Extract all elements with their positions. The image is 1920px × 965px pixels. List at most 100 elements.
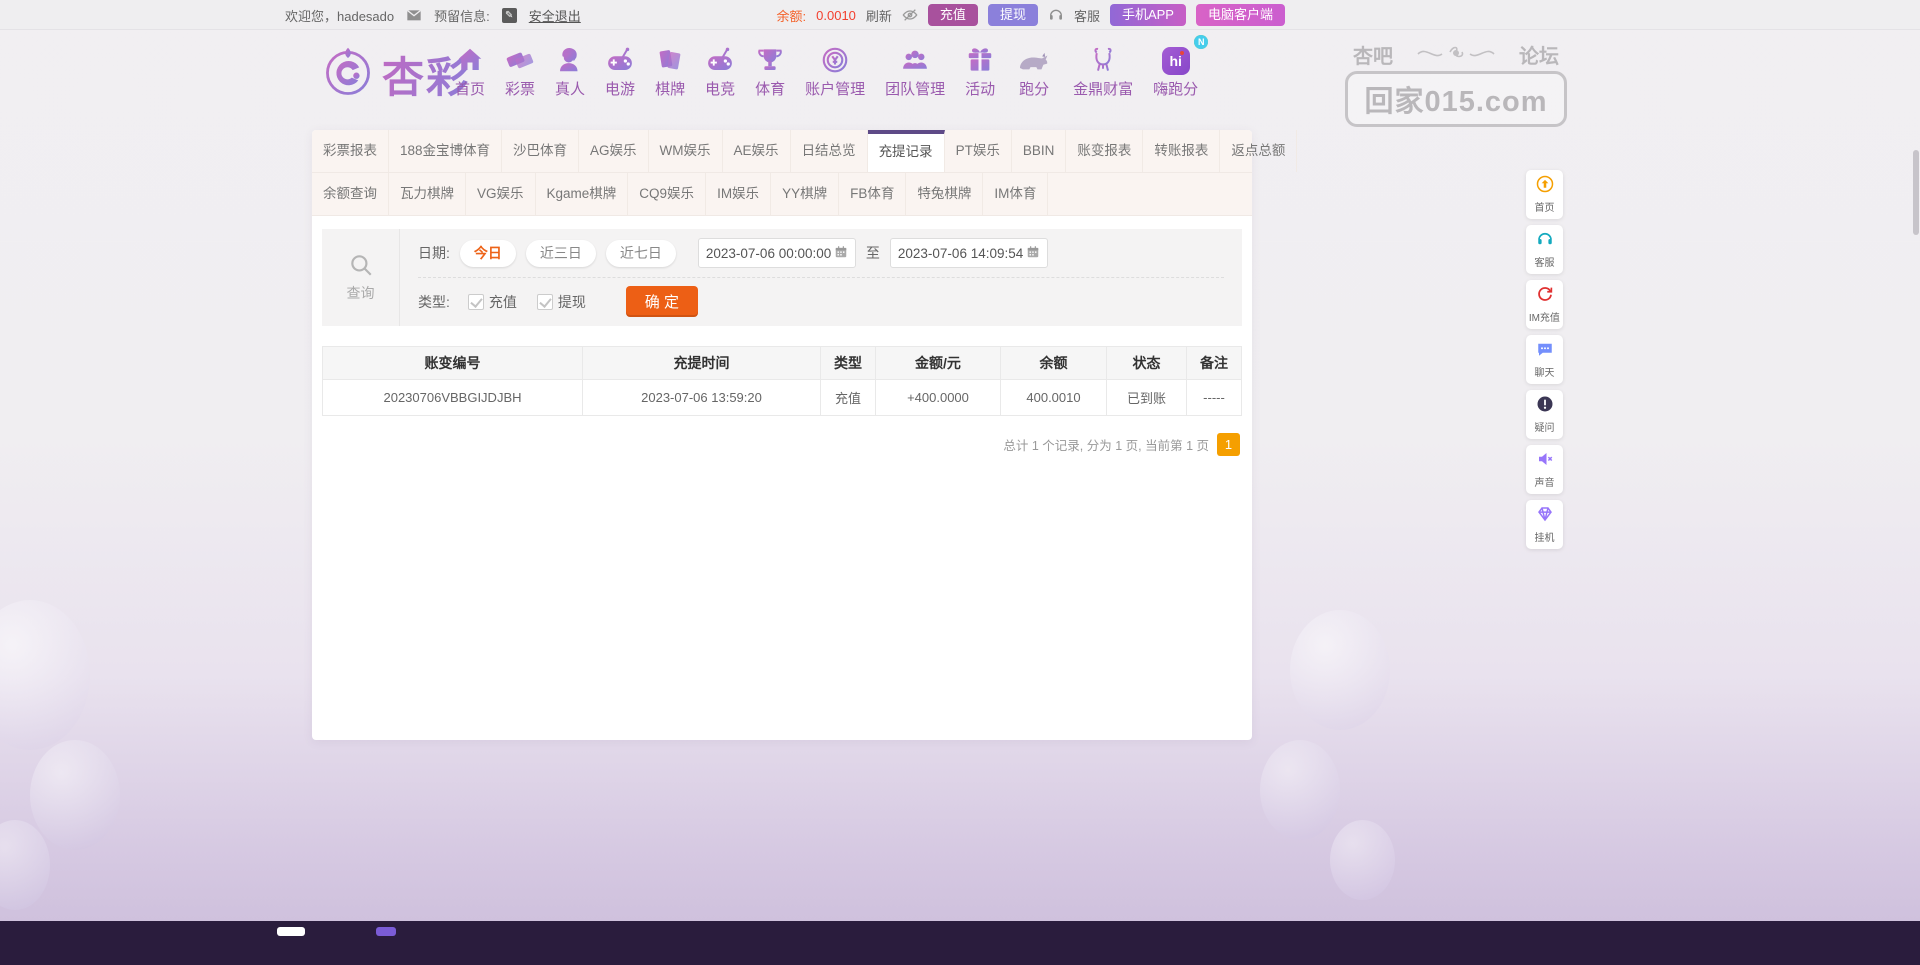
mobile-app-button[interactable]: 手机APP (1110, 4, 1186, 26)
nav-home[interactable]: 首页 (455, 41, 485, 99)
tab-lottery-report[interactable]: 彩票报表 (312, 130, 389, 172)
pc-client-button[interactable]: 电脑客户端 (1196, 4, 1285, 26)
sidebar-item-service[interactable]: 客服 (1526, 225, 1563, 274)
tab-vg[interactable]: VG娱乐 (466, 173, 536, 215)
tab-ag[interactable]: AG娱乐 (579, 130, 649, 172)
tab-pt[interactable]: PT娱乐 (945, 130, 1012, 172)
scrollbar-thumb[interactable] (1913, 150, 1919, 235)
nav-sports[interactable]: N 体育 (755, 41, 785, 99)
sidebar-item-sound[interactable]: 声音 (1526, 445, 1563, 494)
tab-ae[interactable]: AE娱乐 (723, 130, 791, 172)
sidebar-item-idle[interactable]: 挂机 (1526, 500, 1563, 549)
magnifier-icon (348, 252, 374, 281)
tab-account-change-report[interactable]: 账变报表 (1066, 130, 1143, 172)
col-header-record-id: 账变编号 (323, 347, 583, 380)
footer-partial-purple (376, 927, 396, 936)
cell-status: 已到账 (1107, 380, 1187, 416)
exclamation-icon (1536, 395, 1554, 418)
tab-188-sport[interactable]: 188金宝博体育 (389, 130, 502, 172)
nav-promotions[interactable]: 活动 (965, 41, 995, 99)
trophy-icon (755, 41, 785, 75)
tab-row-2: 余额查询 瓦力棋牌 VG娱乐 Kgame棋牌 CQ9娱乐 IM娱乐 YY棋牌 F… (312, 173, 1252, 216)
back-to-top-icon (1536, 175, 1554, 198)
team-icon (900, 41, 930, 75)
nav-account-management[interactable]: 账户管理 (805, 41, 865, 99)
to-label: 至 (866, 243, 880, 263)
nav-team-management[interactable]: 团队管理 (885, 41, 945, 99)
sidebar-item-question[interactable]: 疑问 (1526, 390, 1563, 439)
main-nav: 首页 彩票 N 真人 H 电游 棋牌 (455, 41, 1198, 99)
flourish-icon (1416, 42, 1496, 68)
balance-label: 余额: (777, 6, 807, 25)
nav-esports[interactable]: 电竞 (705, 41, 735, 99)
watermark-left: 杏吧 (1353, 40, 1393, 69)
im-recharge-icon (1536, 285, 1554, 308)
tab-daily-summary[interactable]: 日结总览 (791, 130, 868, 172)
table-header-row: 账变编号 充提时间 类型 金额/元 余额 状态 备注 (323, 347, 1241, 380)
tab-yy-chess[interactable]: YY棋牌 (771, 173, 839, 215)
tab-recharge-records[interactable]: 充提记录 (868, 130, 945, 172)
sidebar-item-home[interactable]: 首页 (1526, 170, 1563, 219)
nav-live[interactable]: N 真人 (555, 41, 585, 99)
sidebar-item-chat[interactable]: 聊天 (1526, 335, 1563, 384)
cell-record-id: 20230706VBBGIJDJBH (323, 380, 583, 416)
tab-tetu-chess[interactable]: 特兔棋牌 (906, 173, 983, 215)
page-1-button[interactable]: 1 (1217, 433, 1240, 456)
range-3days[interactable]: 近三日 (526, 240, 596, 267)
watermark-right: 论坛 (1519, 40, 1559, 69)
sidebar-item-im-recharge[interactable]: IM充值 (1526, 280, 1563, 329)
range-7days[interactable]: 近七日 (606, 240, 676, 267)
tab-kgame[interactable]: Kgame棋牌 (536, 173, 629, 215)
date-label: 日期: (418, 243, 450, 263)
nav-hi-paofen[interactable]: hi 嗨跑分 (1153, 41, 1198, 99)
headset-icon (1048, 7, 1064, 23)
nav-chess[interactable]: 棋牌 (655, 41, 685, 99)
tab-shaba-sport[interactable]: 沙巴体育 (502, 130, 579, 172)
pencil-icon[interactable]: ✎ (502, 8, 517, 23)
tab-transfer-report[interactable]: 转账报表 (1143, 130, 1220, 172)
tab-im[interactable]: IM娱乐 (706, 173, 771, 215)
main-card: 彩票报表 188金宝博体育 沙巴体育 AG娱乐 WM娱乐 AE娱乐 日结总览 充… (312, 130, 1252, 740)
tab-balance-query[interactable]: 余额查询 (312, 173, 389, 215)
col-header-balance: 余额 (1001, 347, 1107, 380)
nav-egames[interactable]: H 电游 (605, 41, 635, 99)
withdraw-button[interactable]: 提现 (988, 4, 1038, 26)
submit-button[interactable]: 确 定 (626, 286, 698, 317)
checkbox-recharge[interactable]: 充值 (468, 292, 517, 312)
eye-slash-icon[interactable] (902, 7, 918, 23)
cell-balance: 400.0010 (1001, 380, 1107, 416)
cell-type: 充值 (821, 380, 876, 416)
tab-cq9[interactable]: CQ9娱乐 (628, 173, 706, 215)
cell-time: 2023-07-06 13:59:20 (583, 380, 821, 416)
col-header-remark: 备注 (1187, 347, 1241, 380)
recharge-button[interactable]: 充值 (928, 4, 978, 26)
envelope-icon[interactable] (406, 7, 422, 23)
cell-remark: ----- (1187, 380, 1241, 416)
tab-wali-chess[interactable]: 瓦力棋牌 (389, 173, 466, 215)
site-logo[interactable]: 杏彩 (320, 44, 470, 105)
refresh-link[interactable]: 刷新 (866, 6, 892, 25)
tab-rebate-total[interactable]: 返点总额 (1220, 130, 1297, 172)
date-from-input[interactable]: 2023-07-06 00:00:00 (698, 238, 856, 268)
checkbox-withdraw[interactable]: 提现 (537, 292, 586, 312)
tab-bbin[interactable]: BBIN (1012, 130, 1067, 172)
nav-jinding-wealth[interactable]: 金鼎财富 (1073, 41, 1133, 99)
nav-lottery[interactable]: 彩票 (505, 41, 535, 99)
type-label: 类型: (418, 292, 450, 312)
floating-sidebar: 首页 客服 IM充值 聊天 疑问 声音 挂机 (1526, 170, 1563, 549)
badge-n: N (1194, 35, 1208, 49)
tab-fb-sport[interactable]: FB体育 (839, 173, 906, 215)
logout-link[interactable]: 安全退出 (529, 6, 581, 25)
tripod-icon (1088, 41, 1118, 75)
decoration-balloons-left (0, 560, 170, 960)
tab-im-sport[interactable]: IM体育 (983, 173, 1048, 215)
range-today[interactable]: 今日 (460, 240, 516, 267)
tab-wm[interactable]: WM娱乐 (649, 130, 723, 172)
nav-paofen[interactable]: 跑分 (1015, 41, 1053, 99)
col-header-type: 类型 (821, 347, 876, 380)
service-link[interactable]: 客服 (1074, 6, 1100, 25)
footer-partial-white (277, 927, 305, 936)
site-header: 杏彩 首页 彩票 N 真人 H 电游 (0, 31, 1570, 121)
date-to-input[interactable]: 2023-07-06 14:09:54 (890, 238, 1048, 268)
live-person-icon (555, 41, 585, 75)
